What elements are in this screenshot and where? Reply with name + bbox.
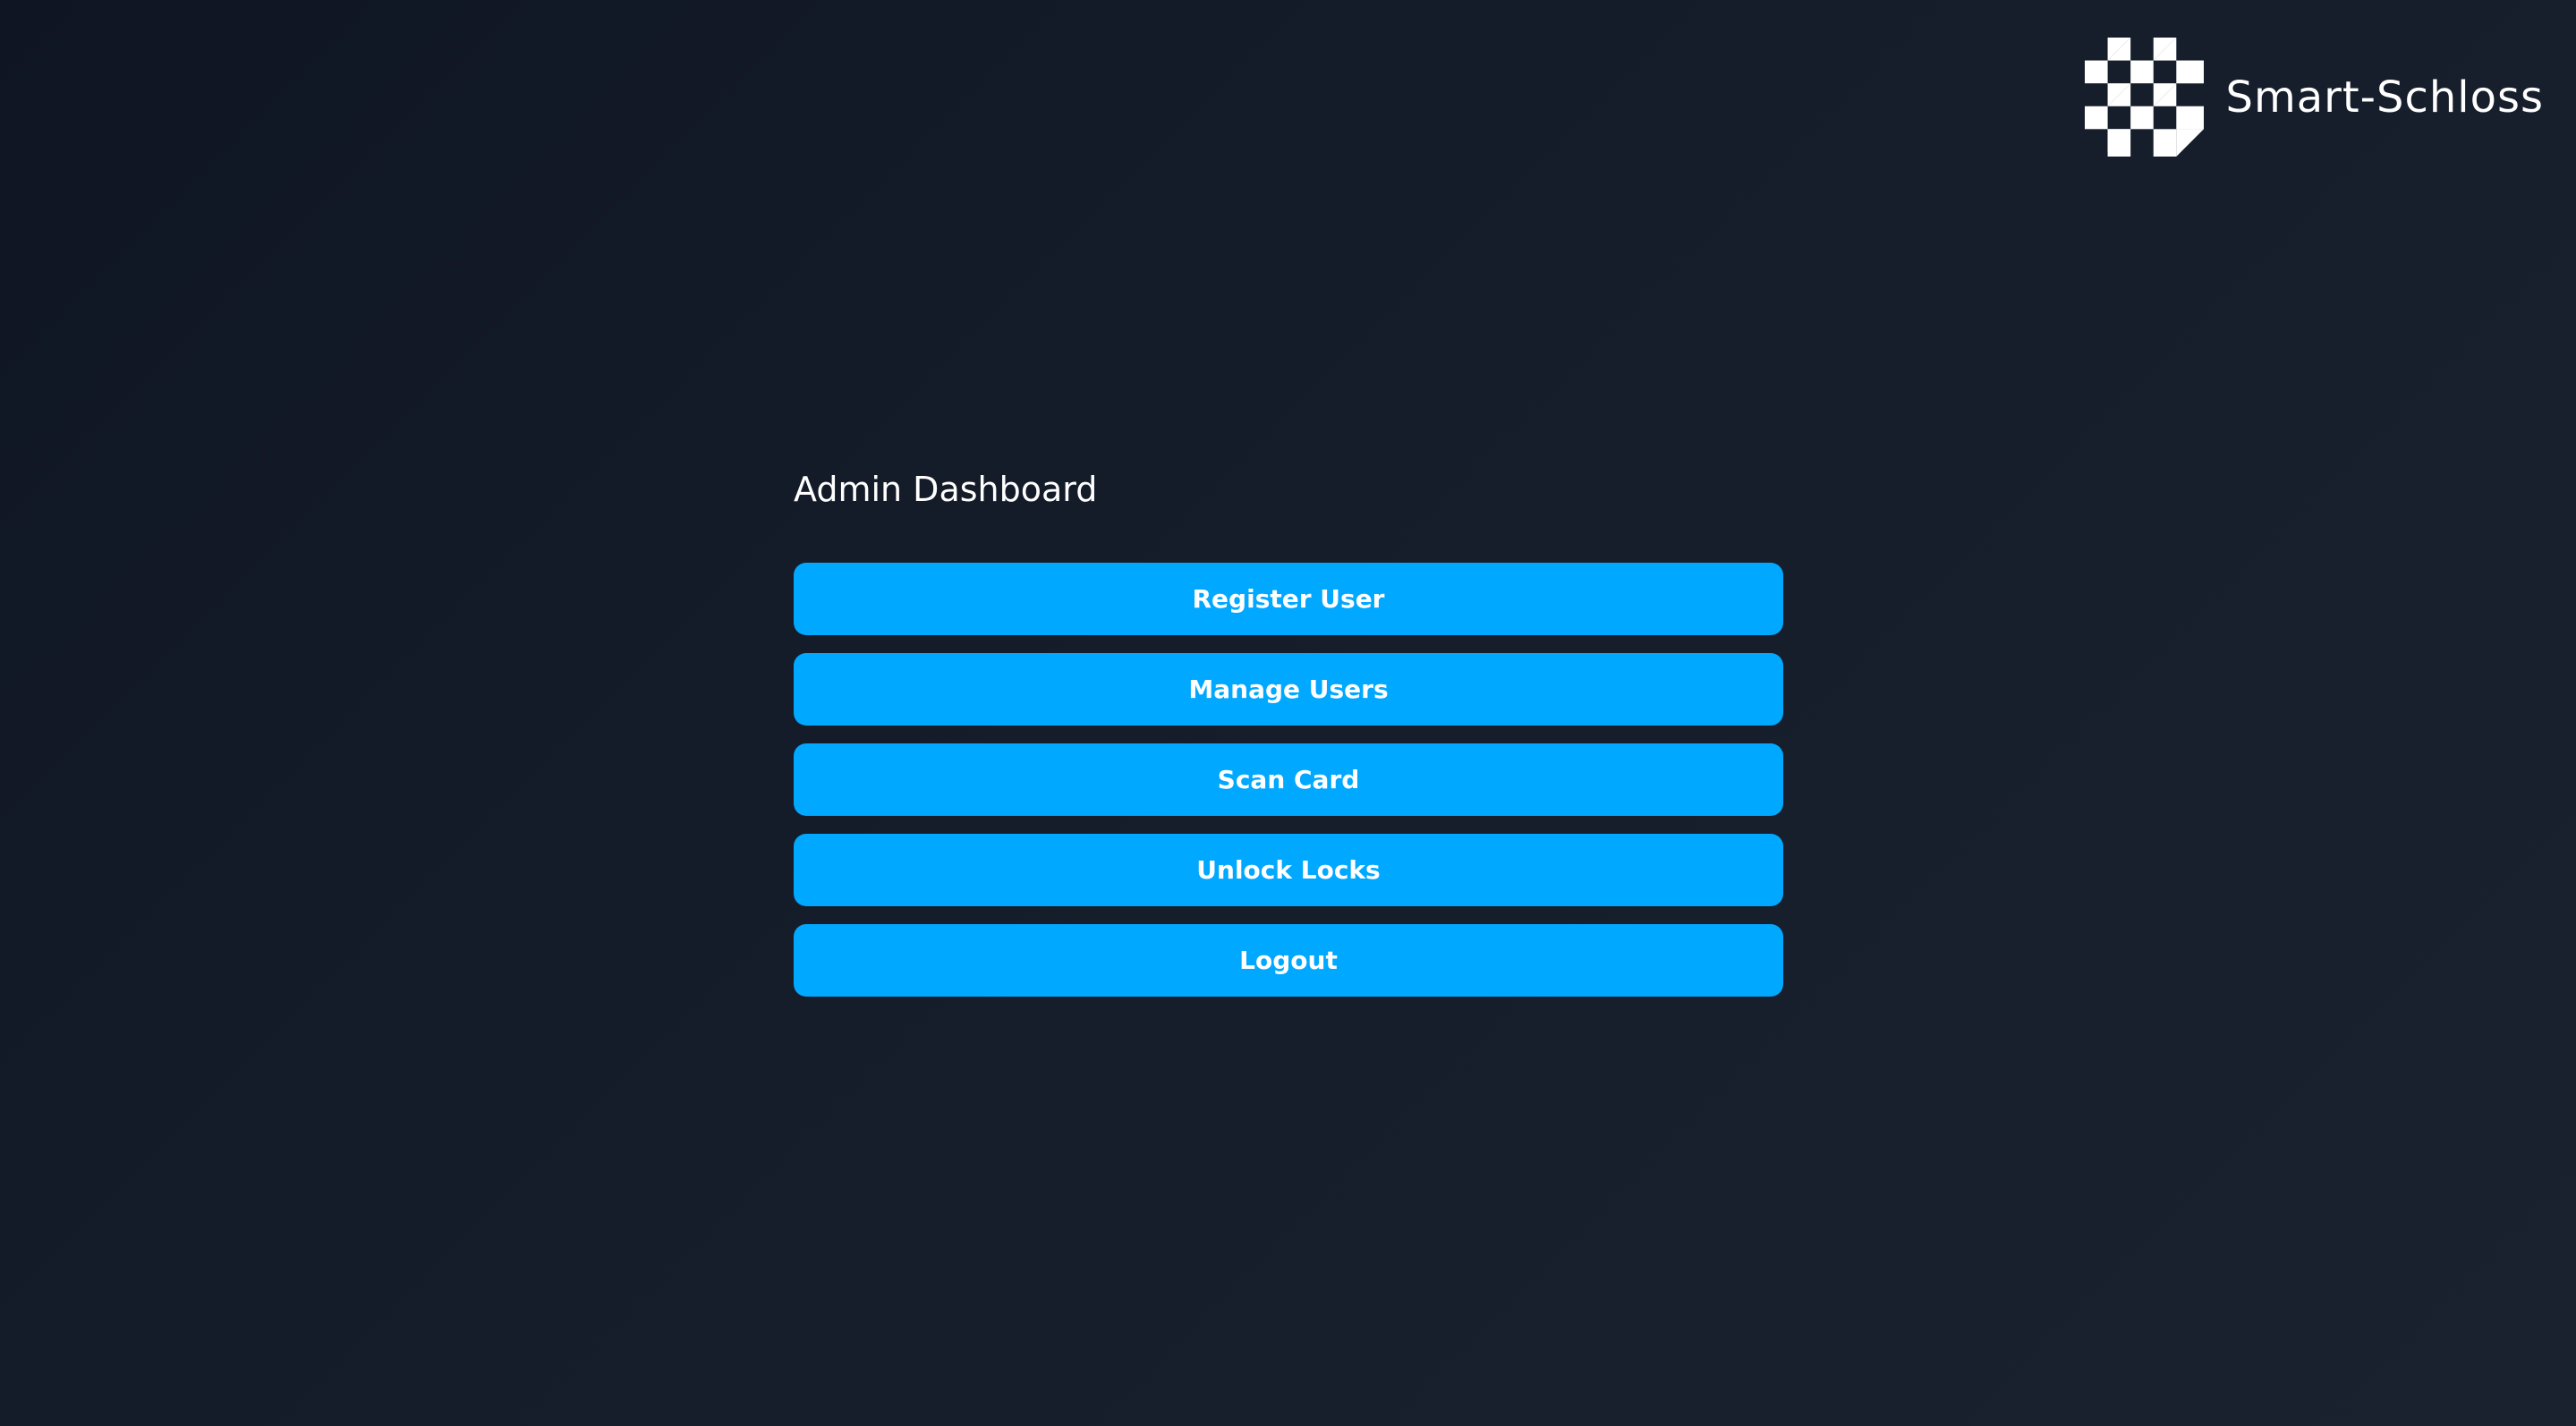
- dashboard-menu: Register User Manage Users Scan Card Unl…: [794, 563, 1783, 997]
- admin-dashboard-panel: Admin Dashboard Register User Manage Use…: [794, 465, 1783, 997]
- scan-card-button[interactable]: Scan Card: [794, 743, 1783, 816]
- brand-header: Smart-Schloss: [2085, 38, 2544, 157]
- checker-blocks-logo-icon: [2085, 38, 2205, 157]
- manage-users-button[interactable]: Manage Users: [794, 653, 1783, 726]
- brand-name: Smart-Schloss: [2225, 72, 2544, 123]
- unlock-locks-button[interactable]: Unlock Locks: [794, 834, 1783, 906]
- register-user-button[interactable]: Register User: [794, 563, 1783, 635]
- page-title: Admin Dashboard: [794, 470, 1098, 509]
- logout-button[interactable]: Logout: [794, 924, 1783, 997]
